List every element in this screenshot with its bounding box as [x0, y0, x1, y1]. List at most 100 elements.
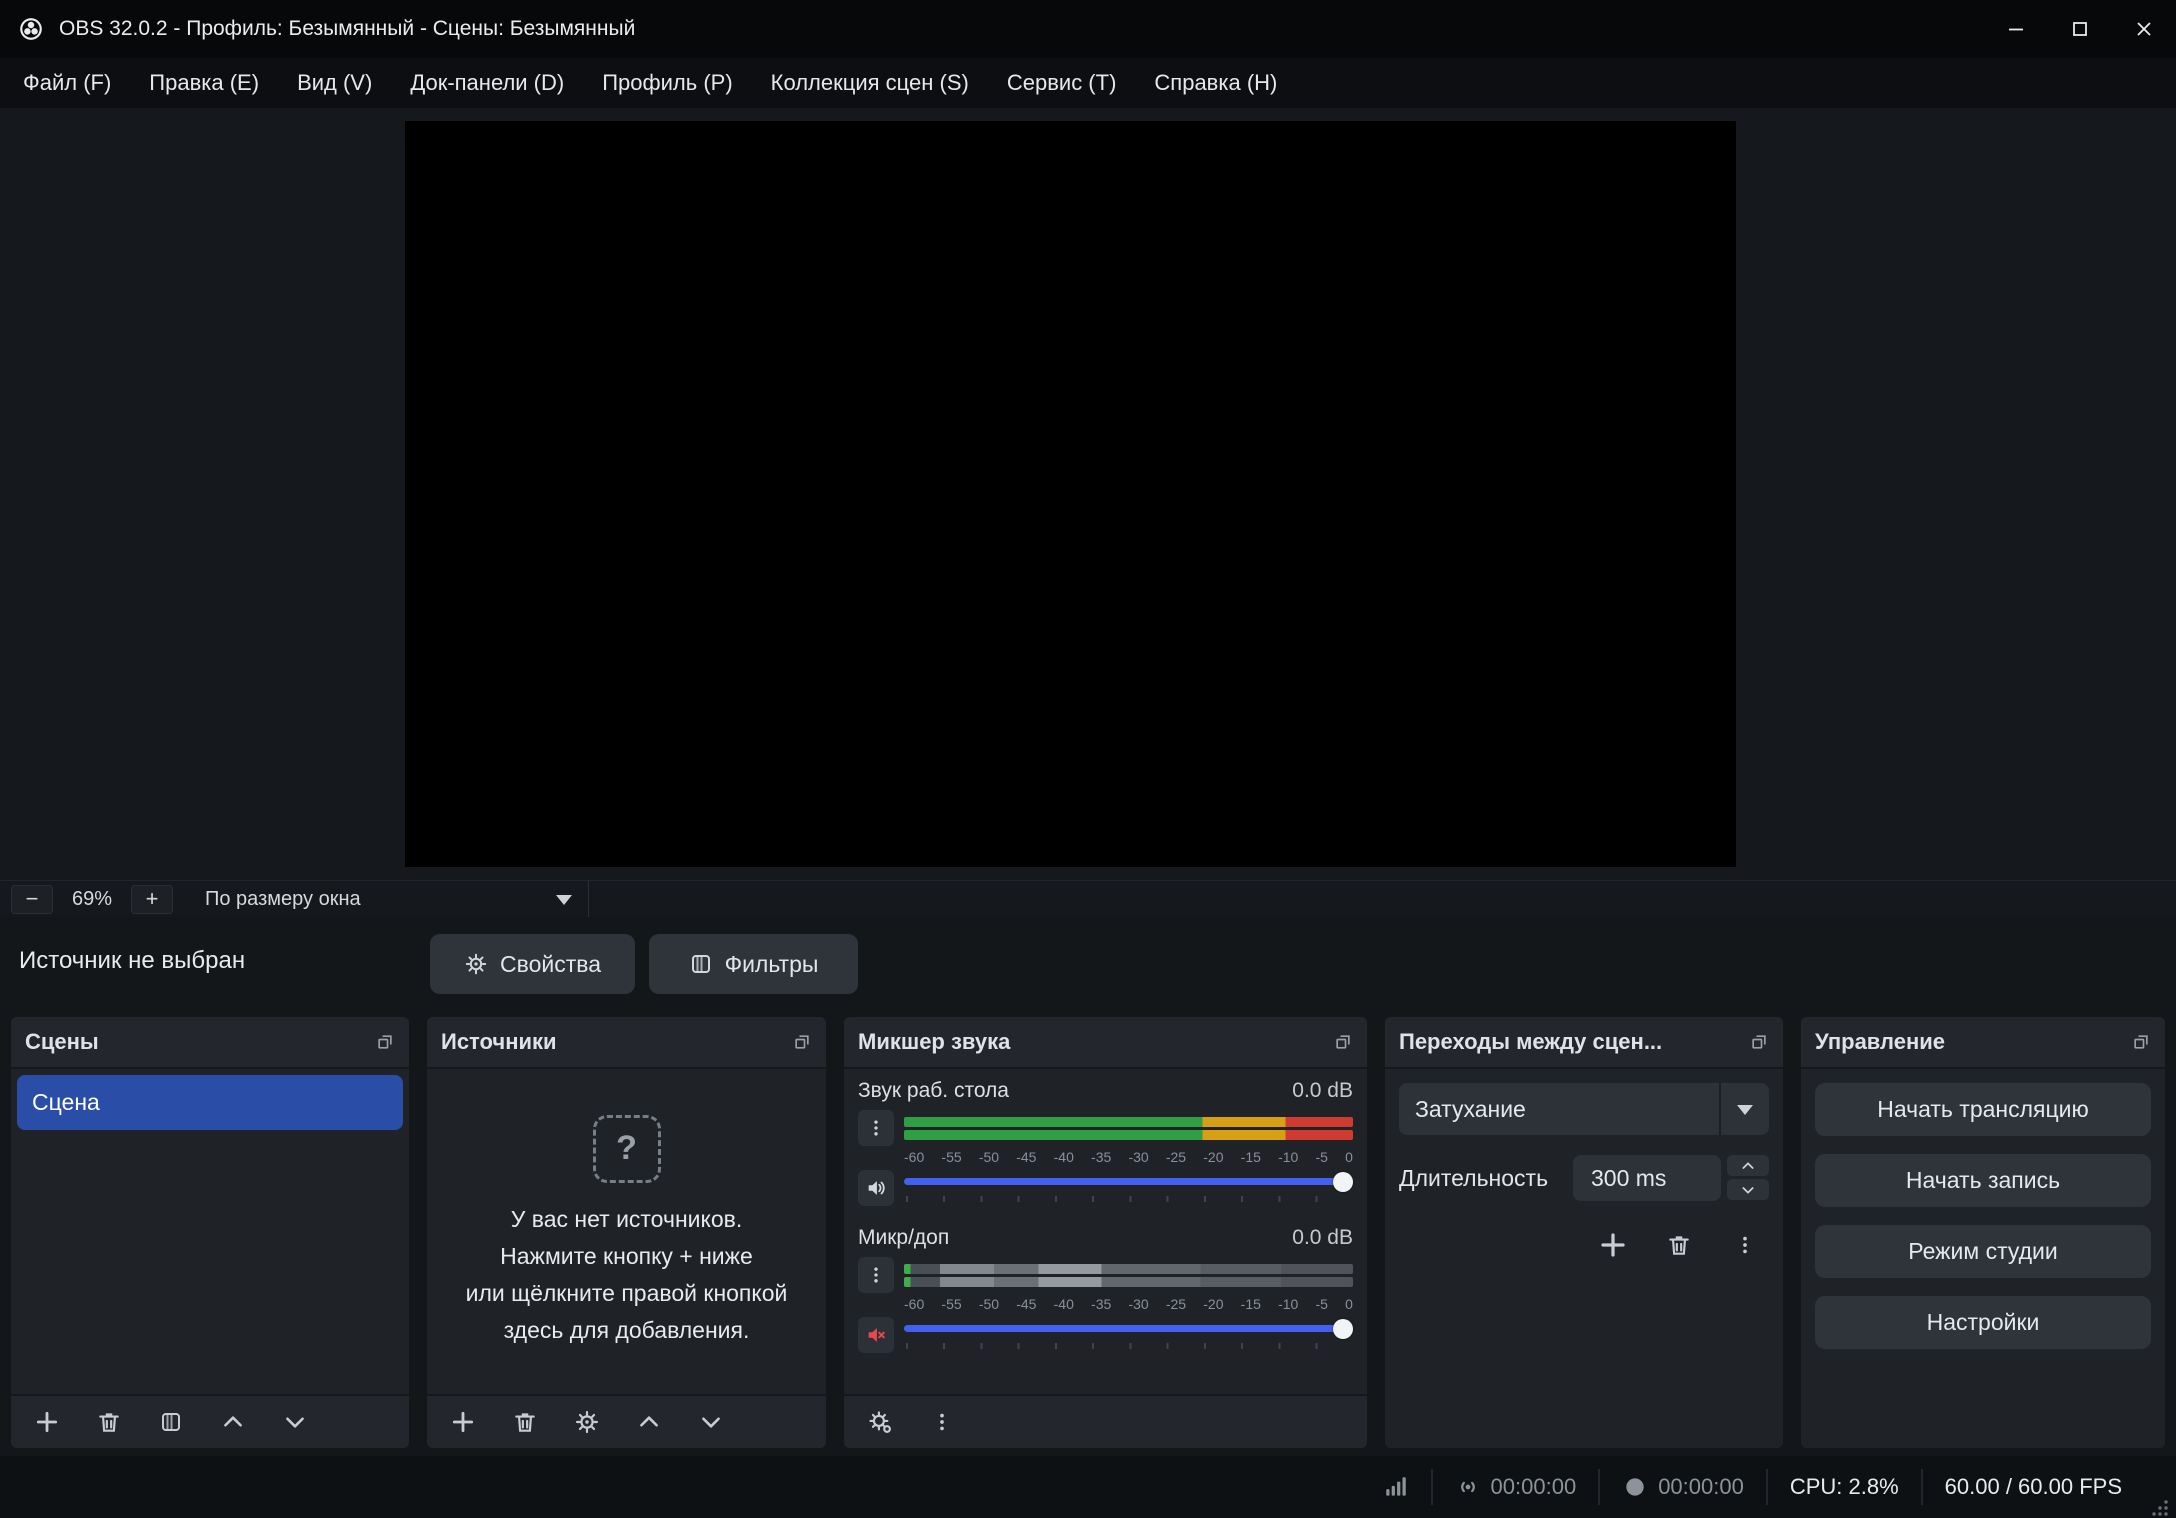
transitions-header: Переходы между сцен...: [1385, 1017, 1783, 1069]
zoom-in-button[interactable]: +: [131, 884, 173, 914]
plus-icon: [1598, 1230, 1628, 1260]
transition-select[interactable]: Затухание: [1399, 1083, 1769, 1135]
empty-text-line: или щёлкните правой кнопкой: [465, 1279, 788, 1306]
menu-scene-collection[interactable]: Коллекция сцен (S): [752, 58, 988, 108]
empty-text-line: Нажмите кнопку + ниже: [500, 1242, 753, 1269]
mute-toggle-button[interactable]: [858, 1317, 894, 1353]
start-recording-button[interactable]: Начать запись: [1815, 1154, 2151, 1207]
channel-menu-button[interactable]: [858, 1110, 894, 1146]
mixer-title: Микшер звука: [858, 1029, 1011, 1054]
preview-canvas[interactable]: [405, 121, 1736, 867]
scenes-list: Сцена: [11, 1069, 409, 1394]
maximize-icon: [2068, 17, 2092, 41]
zoom-mode-select[interactable]: По размеру окна: [189, 881, 589, 917]
window-controls: [1984, 0, 2176, 58]
channel-menu-button[interactable]: [858, 1257, 894, 1293]
settings-button[interactable]: Настройки: [1815, 1296, 2151, 1349]
dots-vertical-icon: [1734, 1234, 1756, 1256]
volume-slider[interactable]: [904, 1319, 1353, 1351]
popout-icon[interactable]: [792, 1032, 812, 1052]
duration-spinbox[interactable]: 300 ms: [1573, 1155, 1769, 1201]
popout-icon[interactable]: [2131, 1032, 2151, 1052]
slider-handle[interactable]: [1333, 1319, 1353, 1339]
menu-profile[interactable]: Профиль (P): [583, 58, 751, 108]
cpu-usage: CPU: 2.8%: [1789, 1474, 1899, 1499]
speaker-icon: [865, 1177, 887, 1199]
popout-icon[interactable]: [375, 1032, 395, 1052]
menu-view[interactable]: Вид (V): [278, 58, 391, 108]
controls-panel: Управление Начать трансляцию Начать запи…: [1801, 1017, 2165, 1448]
volume-meter: [904, 1116, 1353, 1140]
mixer-body: Звук раб. стола 0.0 dB -60 -55 -50 -45 -40 -3…: [844, 1069, 1367, 1394]
chevron-down-icon: [1740, 1182, 1756, 1198]
menubar: Файл (F) Правка (E) Вид (V) Док-панели (…: [0, 58, 2176, 108]
trash-icon: [512, 1409, 538, 1435]
maximize-button[interactable]: [2048, 0, 2112, 58]
menu-file[interactable]: Файл (F): [4, 58, 130, 108]
transition-menu-button[interactable]: [1725, 1225, 1765, 1265]
duration-increase-button[interactable]: [1727, 1155, 1769, 1176]
fps-indicator: 60.00 / 60.00 FPS: [1944, 1474, 2122, 1499]
add-scene-button[interactable]: [27, 1402, 67, 1442]
remove-transition-button[interactable]: [1659, 1225, 1699, 1265]
remove-source-button[interactable]: [505, 1402, 545, 1442]
move-scene-down-button[interactable]: [275, 1402, 315, 1442]
scenes-toolbar: [11, 1394, 409, 1448]
preview-area: [0, 108, 2176, 880]
properties-button[interactable]: Свойства: [430, 934, 635, 994]
chevron-down-icon: [282, 1409, 308, 1435]
minimize-button[interactable]: [1984, 0, 2048, 58]
close-button[interactable]: [2112, 0, 2176, 58]
popout-icon[interactable]: [1749, 1032, 1769, 1052]
mixer-menu-button[interactable]: [922, 1402, 962, 1442]
start-streaming-button[interactable]: Начать трансляцию: [1815, 1083, 2151, 1136]
menu-help[interactable]: Справка (H): [1135, 58, 1296, 108]
controls-title: Управление: [1815, 1029, 1946, 1054]
studio-mode-button[interactable]: Режим студии: [1815, 1225, 2151, 1278]
empty-text-line: У вас нет источников.: [510, 1205, 743, 1232]
menu-tools[interactable]: Сервис (T): [988, 58, 1136, 108]
stream-status-icon: [1455, 1474, 1481, 1500]
mixer-channel-desktop: Звук раб. стола 0.0 dB -60 -55 -50 -45 -40 -3…: [844, 1069, 1367, 1206]
sources-toolbar: [427, 1394, 826, 1448]
add-source-button[interactable]: [443, 1402, 483, 1442]
question-placeholder-icon: ?: [592, 1114, 661, 1183]
resize-grip[interactable]: [2150, 1498, 2170, 1518]
filters-button[interactable]: Фильтры: [649, 934, 858, 994]
meter-bar: [904, 1276, 1353, 1287]
stream-timer: 00:00:00: [1433, 1474, 1599, 1500]
duration-value[interactable]: 300 ms: [1573, 1155, 1721, 1201]
menu-docks[interactable]: Док-панели (D): [391, 58, 583, 108]
move-source-up-button[interactable]: [629, 1402, 669, 1442]
slider-ticks: [906, 1343, 1353, 1349]
stream-time: 00:00:00: [1490, 1474, 1577, 1499]
mute-toggle-button[interactable]: [858, 1170, 894, 1206]
dots-vertical-icon: [866, 1265, 886, 1285]
volume-meter: [904, 1263, 1353, 1287]
scene-list-item[interactable]: Сцена: [17, 1075, 403, 1130]
slider-handle[interactable]: [1333, 1172, 1353, 1192]
duration-decrease-button[interactable]: [1727, 1179, 1769, 1200]
volume-slider[interactable]: [904, 1172, 1353, 1204]
sources-panel: Источники ? У вас нет источников. Нажмит…: [427, 1017, 826, 1448]
popout-icon[interactable]: [1333, 1032, 1353, 1052]
no-source-label: Источник не выбран: [19, 947, 246, 974]
source-properties-button[interactable]: [567, 1402, 607, 1442]
window-title: OBS 32.0.2 - Профиль: Безымянный - Сцены…: [59, 17, 636, 40]
transitions-panel: Переходы между сцен... Затухание Длитель…: [1385, 1017, 1783, 1448]
duration-steppers: [1727, 1155, 1769, 1201]
remove-scene-button[interactable]: [89, 1402, 129, 1442]
move-source-down-button[interactable]: [691, 1402, 731, 1442]
mixer-channel-mic: Микр/доп 0.0 dB -60 -55 -50 -45 -40 -35 -30 -25…: [844, 1216, 1367, 1353]
sources-list[interactable]: ? У вас нет источников. Нажмите кнопку +…: [427, 1069, 826, 1394]
audio-mixer-panel: Микшер звука Звук раб. стола 0.0 dB -60 …: [844, 1017, 1367, 1448]
scene-filters-button[interactable]: [151, 1402, 191, 1442]
channel-volume-db: 0.0 dB: [1292, 1079, 1353, 1102]
move-scene-up-button[interactable]: [213, 1402, 253, 1442]
add-transition-button[interactable]: [1593, 1225, 1633, 1265]
advanced-audio-button[interactable]: [860, 1402, 900, 1442]
menu-edit[interactable]: Правка (E): [130, 58, 278, 108]
zoom-out-button[interactable]: −: [11, 884, 53, 914]
trash-icon: [96, 1409, 122, 1435]
duration-row: Длительность 300 ms: [1399, 1155, 1769, 1201]
